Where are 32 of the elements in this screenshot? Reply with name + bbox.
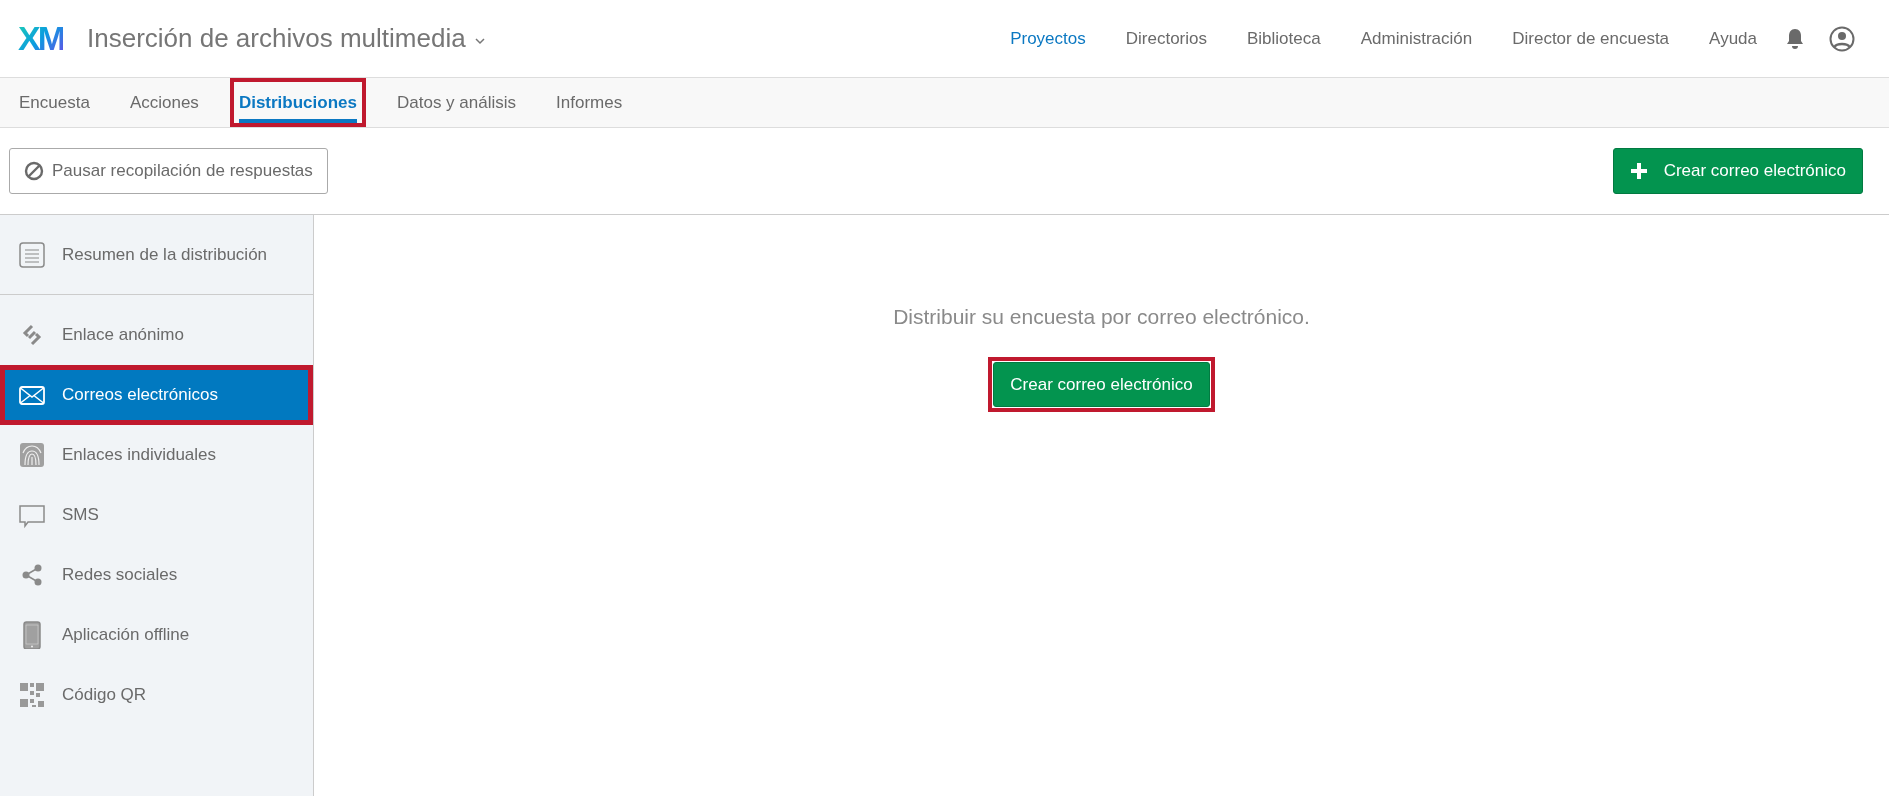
empty-state-message: Distribuir su encuesta por correo electrónico.: [893, 304, 1310, 330]
tab[interactable]: Datos y análisis: [387, 78, 526, 127]
user-avatar-icon[interactable]: [1829, 25, 1855, 52]
pause-collection-button[interactable]: Pausar recopilación de respuestas: [9, 148, 328, 194]
sidebar-item[interactable]: Enlace anónimo: [0, 305, 313, 365]
sidebar-item[interactable]: Resumen de la distribución: [0, 215, 313, 295]
sidebar-item[interactable]: Aplicación offline: [0, 605, 313, 665]
list-icon: [18, 240, 46, 269]
sidebar-item[interactable]: Enlaces individuales: [0, 425, 313, 485]
tab[interactable]: Acciones: [120, 78, 208, 127]
top-nav-link[interactable]: Director de encuesta: [1492, 25, 1690, 52]
plus-icon: [1629, 162, 1648, 180]
project-title[interactable]: Inserción de archivos multimedia: [87, 19, 466, 58]
top-nav-link[interactable]: Ayuda: [1689, 25, 1777, 52]
prohibit-icon: [24, 161, 44, 181]
chevron-down-icon[interactable]: [473, 36, 486, 45]
sidebar-item[interactable]: SMS: [0, 485, 313, 545]
create-email-button[interactable]: Crear correo electrónico: [1612, 148, 1863, 194]
qr-code-icon: [18, 681, 46, 709]
top-nav-link[interactable]: Proyectos: [990, 25, 1106, 52]
sidebar-item[interactable]: Código QR: [0, 665, 313, 725]
top-nav-link[interactable]: Administración: [1340, 25, 1493, 52]
top-nav-link[interactable]: Biblioteca: [1227, 25, 1341, 52]
tab[interactable]: Distribuciones: [229, 78, 366, 127]
tab[interactable]: Informes: [547, 78, 632, 127]
sidebar-item[interactable]: Redes sociales: [0, 545, 313, 605]
fingerprint-icon: [18, 441, 46, 469]
create-email-button[interactable]: Crear correo electrónico: [993, 361, 1210, 407]
tab[interactable]: Encuesta: [10, 78, 99, 127]
top-nav-link[interactable]: Directorios: [1105, 25, 1227, 52]
sidebar-item[interactable]: Correos electrónicos: [0, 365, 313, 425]
bell-icon[interactable]: [1785, 27, 1805, 50]
